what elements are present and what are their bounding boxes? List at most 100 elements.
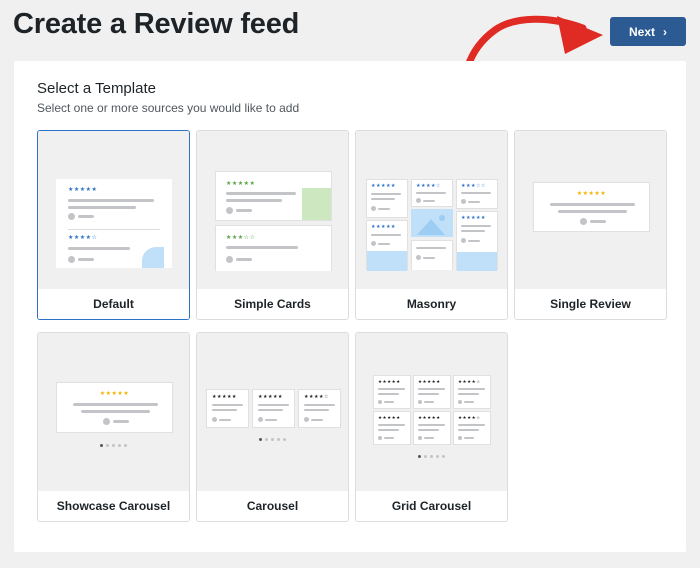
template-card-simple-cards[interactable]: ★★★★★ ★★★☆☆ Simple Cards	[196, 130, 349, 320]
preview-review-card: ★★★★★	[366, 220, 408, 271]
text-line	[416, 247, 446, 249]
text-line	[78, 215, 94, 218]
text-line	[418, 424, 445, 426]
avatar	[304, 417, 309, 422]
mountain-image-icon	[417, 215, 445, 235]
text-line	[464, 401, 474, 403]
text-line	[378, 243, 390, 245]
image-placeholder	[367, 251, 407, 271]
template-card-carousel[interactable]: ★★★★★ ★★★★★ ★★★★☆ Carousel	[196, 332, 349, 522]
text-line	[558, 210, 627, 213]
text-line	[468, 240, 480, 242]
text-line	[418, 429, 439, 431]
carousel-pagination	[259, 438, 286, 441]
preview-review-card: ★★★★★	[413, 375, 451, 409]
avatar	[416, 255, 421, 260]
text-line	[458, 429, 479, 431]
preview-review-card: ★★★★★	[252, 389, 295, 428]
template-preview: ★★★★★ ★★★★☆	[38, 131, 189, 291]
text-line	[378, 429, 399, 431]
template-label: Grid Carousel	[356, 491, 507, 521]
text-line	[73, 403, 158, 406]
preview-review-card: ★★★★☆	[453, 411, 491, 445]
avatar	[418, 436, 422, 440]
text-line	[113, 420, 129, 423]
preview-review-card: ★★★★☆	[411, 179, 453, 207]
text-line	[378, 393, 399, 395]
text-line	[371, 193, 401, 195]
star-rating: ★★★★★	[418, 379, 441, 384]
text-line	[461, 192, 491, 194]
next-button-label: Next	[628, 24, 655, 39]
text-line	[78, 258, 94, 261]
template-card-masonry[interactable]: ★★★★★ ★★★★★ ★★★★☆ ★★★☆☆ ★★★★★ Masonry	[355, 130, 508, 320]
text-line	[68, 199, 154, 202]
star-rating: ★★★★★	[576, 191, 607, 197]
avatar	[418, 400, 422, 404]
chevron-right-icon: ›	[663, 24, 667, 39]
text-line	[212, 409, 237, 411]
avatar	[458, 400, 462, 404]
avatar	[258, 417, 263, 422]
preview-image-card	[411, 209, 453, 237]
divider	[68, 229, 160, 230]
preview-review-card: ★★★★☆	[453, 375, 491, 409]
star-rating: ★★★★★	[378, 379, 401, 384]
preview-review-card: ★★★★★	[366, 179, 408, 218]
star-rating: ★★★★★	[461, 215, 486, 221]
pagination-dot	[442, 455, 445, 458]
avatar	[416, 198, 421, 203]
template-card-grid-carousel[interactable]: ★★★★★ ★★★★★ ★★★★☆ ★★★★★ ★★★★★ ★★★★☆ Grid…	[355, 332, 508, 522]
pagination-dot	[430, 455, 433, 458]
avatar	[461, 199, 466, 204]
pagination-dot	[106, 444, 109, 447]
text-line	[418, 388, 445, 390]
avatar	[212, 417, 217, 422]
text-line	[461, 230, 485, 232]
text-line	[458, 388, 485, 390]
text-line	[461, 225, 491, 227]
template-card-single-review[interactable]: ★★★★★ Single Review	[514, 130, 667, 320]
star-rating: ★★★★☆	[458, 379, 481, 384]
preview-review-card: ★★★☆☆	[456, 179, 498, 209]
text-line	[68, 247, 130, 250]
preview-review-card: ★★★★★	[373, 375, 411, 409]
star-rating: ★★★★★	[371, 183, 396, 189]
template-preview: ★★★★★ ★★★★★ ★★★★☆ ★★★★★ ★★★★★ ★★★★☆	[356, 333, 507, 493]
template-card-showcase-carousel[interactable]: ★★★★★ Showcase Carousel	[37, 332, 190, 522]
text-line	[384, 437, 394, 439]
star-rating: ★★★★☆	[416, 183, 441, 189]
template-preview: ★★★★★ ★★★☆☆	[197, 131, 348, 291]
star-rating: ★★★★★	[99, 391, 130, 397]
text-line	[378, 424, 405, 426]
pagination-dot	[259, 438, 262, 441]
avatar	[580, 218, 587, 225]
template-card-default[interactable]: ★★★★★ ★★★★☆ Default	[37, 130, 190, 320]
carousel-pagination	[418, 455, 445, 458]
preview-review-card: ★★★★☆	[298, 389, 341, 428]
text-line	[423, 200, 435, 202]
text-line	[219, 419, 231, 421]
text-line	[464, 437, 474, 439]
text-line	[236, 209, 252, 212]
star-rating: ★★★★☆	[458, 415, 481, 420]
avatar	[461, 238, 466, 243]
pagination-dot	[112, 444, 115, 447]
avatar	[371, 206, 376, 211]
preview-review-card: ★★★★★	[56, 382, 173, 433]
preview-review-card: ★★★★★	[533, 182, 650, 232]
template-label: Simple Cards	[197, 289, 348, 319]
avatar	[68, 213, 75, 220]
text-line	[212, 404, 243, 406]
page-title: Create a Review feed	[13, 8, 300, 40]
pagination-dot	[424, 455, 427, 458]
pagination-dot	[271, 438, 274, 441]
image-placeholder	[457, 252, 497, 271]
text-line	[378, 208, 390, 210]
image-placeholder	[302, 188, 331, 220]
next-button[interactable]: Next ›	[610, 17, 686, 46]
preview-review-card: ★★★★★	[456, 211, 498, 271]
preview-review-card	[411, 240, 453, 270]
template-label: Masonry	[356, 289, 507, 319]
text-line	[416, 192, 446, 194]
